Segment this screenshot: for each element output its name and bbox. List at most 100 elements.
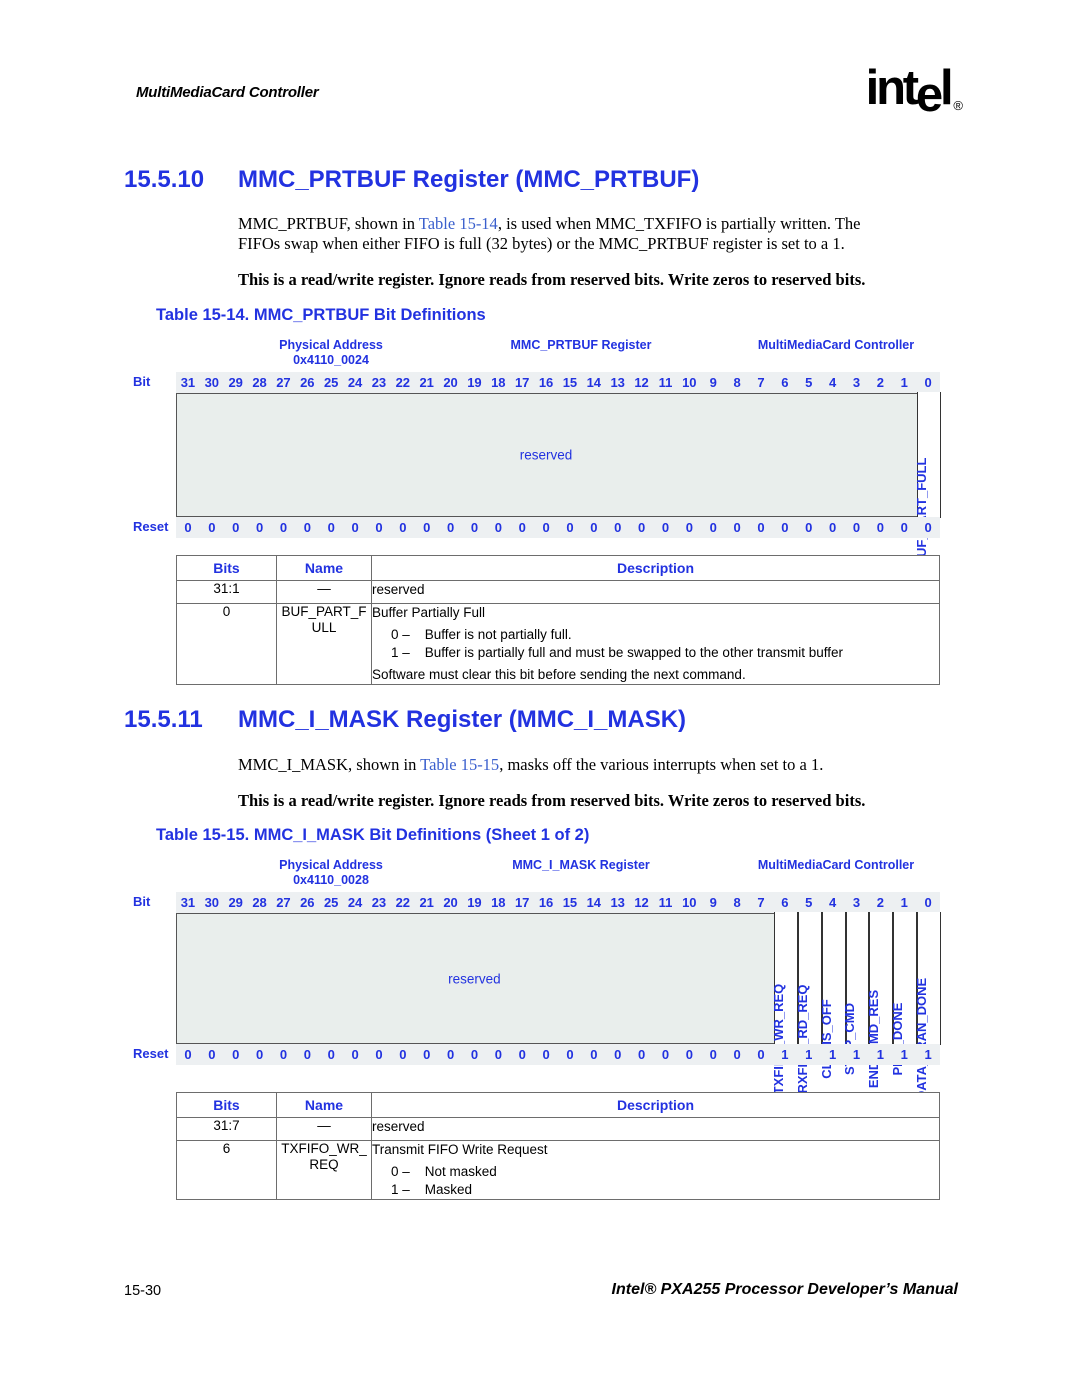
diagram2-register-body: reserved TXFIFO_WR_REQ RXFIFO_RD_REQ CLK_I…	[176, 912, 941, 1100]
field-label-clk-is-off: CLK_IS_OFF	[818, 998, 834, 1079]
reset-value-bit-30: 0	[208, 520, 216, 535]
bit-number-18: 18	[491, 895, 506, 910]
field-label-rxfifo-rd-req: RXFIFO_RD_REQ	[794, 984, 810, 1094]
bit-number-17: 17	[514, 375, 530, 390]
table1-row1-description: Buffer Partially Full 0 – Buffer is not …	[371, 603, 940, 685]
bit-row-label: Bit	[133, 894, 151, 909]
reset-value-bit-8: 0	[733, 1047, 741, 1062]
footer-page-number: 15-30	[124, 1283, 162, 1299]
table2-col-name: Name	[276, 1092, 372, 1118]
table2-row0-bits: 31:7	[176, 1117, 277, 1141]
table2-row1-description: Transmit FIFO Write Request 0 – Not mask…	[371, 1140, 940, 1200]
reset-value-bit-25: 0	[327, 1047, 335, 1062]
para-text-b: , is used when MMC_TXFIFO is partially w…	[497, 214, 861, 233]
bit-number-19: 19	[467, 895, 482, 910]
reset-value-bit-29: 0	[232, 1047, 240, 1062]
bit-number-15: 15	[562, 375, 578, 390]
bit-number-19: 19	[467, 375, 482, 390]
reset-value-bit-13: 0	[614, 1047, 622, 1062]
diagram2-top-labels: Physical Address 0x4110_0028 MMC_I_MASK …	[176, 858, 940, 892]
reset-value-bit-27: 0	[279, 1047, 288, 1062]
bit-number-30: 30	[204, 375, 220, 390]
bit-number-13: 13	[610, 895, 625, 910]
intel-logo-text: intel	[865, 61, 954, 122]
reset-value-bit-5: 0	[805, 520, 813, 535]
bit-number-27: 27	[276, 375, 291, 390]
reset-value-bit-25: 0	[327, 520, 335, 535]
bit-number-3: 3	[852, 375, 861, 390]
bit-number-31: 31	[180, 895, 196, 910]
reset-value-bit-28: 0	[255, 1047, 264, 1062]
field-label-buf-part-full: BUF_PART_FULL	[914, 457, 930, 566]
bit-number-18: 18	[491, 375, 506, 390]
reset-value-bit-9: 0	[709, 1047, 717, 1062]
table2-header-row: Bits Name Description	[176, 1092, 940, 1118]
table2-row1-bits: 6	[176, 1140, 277, 1200]
reset-value-bit-8: 0	[733, 520, 741, 535]
reset-value-bit-31: 0	[184, 1047, 192, 1062]
bit-number-6: 6	[781, 375, 789, 390]
bit-number-21: 21	[419, 895, 434, 910]
reset-value-bit-24: 0	[351, 1047, 359, 1062]
bit-number-22: 22	[395, 375, 411, 390]
table2-row0-name: —	[276, 1117, 372, 1141]
diagram1-register-body: reserved BUF_PART_FULL	[176, 392, 941, 566]
bit-number-9: 9	[709, 895, 717, 910]
para2-text-b: , masks off the various interrupts when …	[499, 755, 824, 774]
reset-value-bit-15: 0	[566, 1047, 574, 1062]
table2-col-bits: Bits	[176, 1092, 277, 1118]
reset-value-bit-6: 0	[781, 520, 789, 535]
reset-value-bit-12: 0	[637, 1047, 646, 1062]
reset-value-bit-1: 1	[900, 1047, 908, 1062]
bit-number-11: 11	[658, 895, 673, 910]
reset-value-bit-19: 0	[470, 1047, 479, 1062]
table1-row1-desc-title: Buffer Partially Full	[372, 605, 486, 620]
bit-number-24: 24	[347, 375, 363, 390]
bit-number-12: 12	[634, 375, 649, 390]
reset-value-bit-27: 0	[279, 520, 288, 535]
table2-row1-desc-title: Transmit FIFO Write Request	[372, 1142, 548, 1157]
reset-value-bit-7: 0	[757, 1047, 765, 1062]
bit-number-16: 16	[538, 895, 554, 910]
reset-value-bit-20: 0	[446, 1047, 455, 1062]
table2-row0-description: reserved	[371, 1117, 940, 1141]
bit-number-20: 20	[443, 895, 458, 910]
bit-number-2: 2	[876, 895, 884, 910]
bit-number-23: 23	[371, 375, 387, 390]
footer-manual-title: Intel® PXA255 Processor Developer’s Manu…	[611, 1281, 958, 1298]
physical-address-caption: Physical Address	[279, 858, 383, 872]
bit-number-14: 14	[586, 375, 602, 390]
bit-number-11: 11	[658, 375, 673, 390]
reset-value-bit-26: 0	[303, 520, 311, 535]
table2-row1-option-0: 0 – Not masked	[391, 1164, 497, 1179]
table1-col-name: Name	[276, 555, 372, 581]
reset-value-bit-16: 0	[542, 520, 550, 535]
register-field-data-tran-done: DATA_TRAN_DONE	[914, 912, 941, 1100]
running-head: MultiMediaCard Controller	[136, 84, 319, 101]
para-text-a: MMC_PRTBUF, shown in	[238, 214, 419, 233]
bit-number-12: 12	[634, 895, 649, 910]
reset-value-bit-23: 0	[375, 520, 383, 535]
bit-number-10: 10	[682, 895, 697, 910]
table-xref-15-15[interactable]: Table 15-15	[420, 755, 499, 774]
reset-value-bit-16: 0	[542, 1047, 550, 1062]
bit-number-21: 21	[419, 375, 434, 390]
reset-value-bit-14: 0	[590, 1047, 598, 1062]
table-xref-15-14[interactable]: Table 15-14	[419, 214, 498, 233]
section-number-1: 15.5.10	[124, 166, 205, 193]
reset-value-bit-4: 1	[828, 1047, 837, 1062]
table2-col-description: Description	[371, 1092, 940, 1118]
register-diagram-mmc-i-mask: Physical Address 0x4110_0028 MMC_I_MASK …	[133, 858, 941, 1100]
bit-number-5: 5	[805, 375, 813, 390]
diagram2-reserved-label: reserved	[448, 971, 501, 986]
section-1-paragraph-2: This is a read/write register. Ignore re…	[238, 270, 866, 289]
field-label-data-tran-done: DATA_TRAN_DONE	[914, 977, 930, 1100]
reset-row-label: Reset	[133, 1046, 169, 1061]
field-label-end-cmd-res: END_CMD_RES	[866, 989, 882, 1088]
reset-value-bit-17: 0	[518, 1047, 526, 1062]
reset-value-bit-9: 0	[709, 520, 717, 535]
reset-value-bit-26: 0	[303, 1047, 311, 1062]
bit-definitions-table-15-15: Bits Name Description 31:7 — reserved 6 …	[176, 1092, 940, 1200]
bit-number-28: 28	[252, 375, 267, 390]
diagram1-reserved-label: reserved	[519, 447, 573, 463]
